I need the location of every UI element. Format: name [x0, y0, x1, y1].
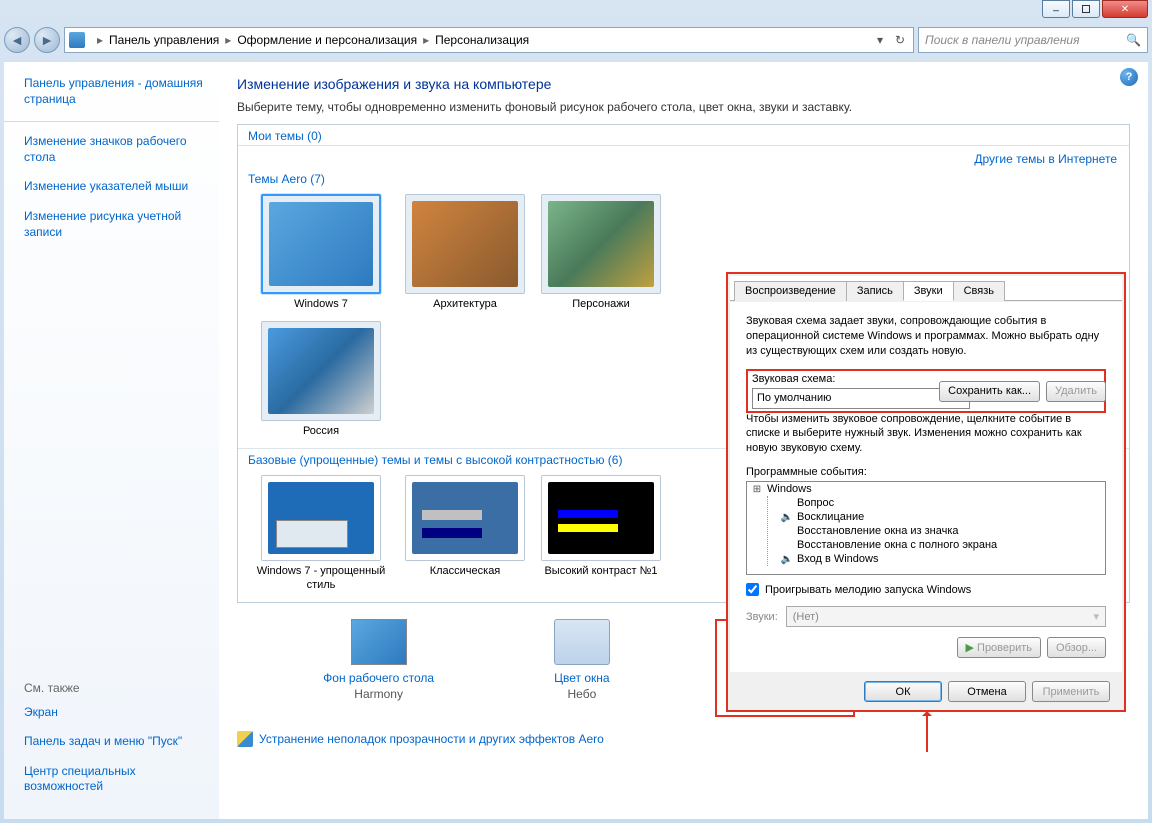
- delete-button: Удалить: [1046, 381, 1106, 402]
- close-button[interactable]: ✕: [1102, 0, 1148, 18]
- sidebar-bottom-link[interactable]: Панель задач и меню "Пуск": [24, 734, 214, 750]
- play-startup-label: Проигрывать мелодию запуска Windows: [765, 584, 971, 596]
- sound-scheme-description: Звуковая схема задает звуки, сопровождаю…: [746, 314, 1106, 359]
- control-panel-icon: [69, 32, 85, 48]
- tab-communications[interactable]: Связь: [953, 281, 1005, 301]
- sound-scheme-select[interactable]: По умолчанию: [752, 388, 970, 409]
- crumb[interactable]: Персонализация: [435, 33, 529, 47]
- control-panel-home-link[interactable]: Панель управления - домашняя страница: [24, 76, 207, 107]
- events-label: Программные события:: [746, 466, 1106, 478]
- nav-back-button[interactable]: ◄: [4, 27, 30, 53]
- desktop-background-link[interactable]: Фон рабочего стола Harmony: [309, 619, 449, 717]
- window-color-link[interactable]: Цвет окна Небо: [512, 619, 652, 717]
- sidebar-bottom-link[interactable]: Экран: [24, 705, 214, 721]
- sound-dialog: Воспроизведение Запись Звуки Связь Звуко…: [726, 272, 1126, 712]
- event-item[interactable]: Вопрос: [747, 496, 1105, 510]
- theme-architecture[interactable]: Архитектура: [400, 194, 530, 311]
- theme-win7-basic[interactable]: Windows 7 - упрощенный стиль: [248, 475, 394, 591]
- save-as-button[interactable]: Сохранить как...: [939, 381, 1040, 402]
- address-bar[interactable]: ▸ Панель управления ▸ Оформление и персо…: [64, 27, 914, 53]
- sidebar: Панель управления - домашняя страница Из…: [4, 62, 219, 819]
- nav-forward-button[interactable]: ►: [34, 27, 60, 53]
- theme-characters[interactable]: Персонажи: [536, 194, 666, 311]
- sidebar-link[interactable]: Изменение указателей мыши: [24, 179, 207, 195]
- help-icon[interactable]: ?: [1120, 68, 1138, 86]
- crumb[interactable]: Оформление и персонализация: [237, 33, 417, 47]
- test-button: ▶ Проверить: [957, 637, 1042, 658]
- event-root[interactable]: ⊞Windows: [747, 482, 1105, 496]
- sound-file-select: (Нет)▾: [786, 606, 1106, 627]
- event-item[interactable]: 🔈Восклицание: [747, 510, 1105, 524]
- maximize-button[interactable]: [1072, 0, 1100, 18]
- sounds-label: Звуки:: [746, 611, 778, 623]
- theme-high-contrast[interactable]: Высокий контраст №1: [536, 475, 666, 591]
- search-icon: 🔍: [1126, 33, 1141, 47]
- annotation-arrow: [926, 712, 928, 752]
- ok-button[interactable]: ОК: [864, 681, 942, 702]
- windows-icon: ⊞: [751, 483, 763, 495]
- theme-russia[interactable]: Россия: [248, 321, 394, 438]
- wallpaper-icon: [351, 619, 407, 665]
- apply-button: Применить: [1032, 681, 1110, 702]
- event-item[interactable]: Восстановление окна из значка: [747, 524, 1105, 538]
- sidebar-bottom-link[interactable]: Центр специальных возможностей: [24, 764, 214, 795]
- page-subtitle: Выберите тему, чтобы одновременно измени…: [237, 100, 1130, 114]
- play-startup-checkbox[interactable]: [746, 583, 759, 596]
- event-item[interactable]: 🔈Вход в Windows: [747, 552, 1105, 566]
- see-also-label: См. также: [24, 681, 214, 695]
- search-input[interactable]: Поиск в панели управления 🔍: [918, 27, 1148, 53]
- sidebar-link[interactable]: Изменение рисунка учетной записи: [24, 209, 207, 240]
- tab-sounds[interactable]: Звуки: [903, 281, 954, 301]
- main-content: ? Изменение изображения и звука на компь…: [219, 62, 1148, 819]
- refresh-button[interactable]: ↻: [891, 29, 909, 51]
- my-themes-header: Мои темы (0): [238, 125, 1129, 146]
- event-item[interactable]: Восстановление окна с полного экрана: [747, 538, 1105, 552]
- sidebar-link[interactable]: Изменение значков рабочего стола: [24, 134, 207, 165]
- minimize-button[interactable]: _: [1042, 0, 1070, 18]
- speaker-icon: 🔈: [781, 553, 793, 565]
- browse-button: Обзор...: [1047, 637, 1106, 658]
- address-dropdown[interactable]: ▾: [871, 29, 889, 51]
- page-title: Изменение изображения и звука на компьют…: [237, 76, 1130, 92]
- crumb[interactable]: Панель управления: [109, 33, 219, 47]
- sound-tabs: Воспроизведение Запись Звуки Связь: [730, 276, 1122, 301]
- tab-recording[interactable]: Запись: [846, 281, 904, 301]
- speaker-icon: 🔈: [781, 511, 793, 523]
- theme-windows7[interactable]: Windows 7: [248, 194, 394, 311]
- shield-icon: [237, 731, 253, 747]
- theme-classic[interactable]: Классическая: [400, 475, 530, 591]
- more-themes-link[interactable]: Другие темы в Интернете: [974, 152, 1117, 166]
- troubleshoot-aero-link[interactable]: Устранение неполадок прозрачности и друг…: [237, 731, 1130, 747]
- events-description: Чтобы изменить звуковое сопровождение, щ…: [746, 412, 1106, 457]
- tab-playback[interactable]: Воспроизведение: [734, 281, 847, 301]
- cancel-button[interactable]: Отмена: [948, 681, 1026, 702]
- color-icon: [554, 619, 610, 665]
- program-events-list[interactable]: ⊞Windows Вопрос 🔈Восклицание Восстановле…: [746, 481, 1106, 575]
